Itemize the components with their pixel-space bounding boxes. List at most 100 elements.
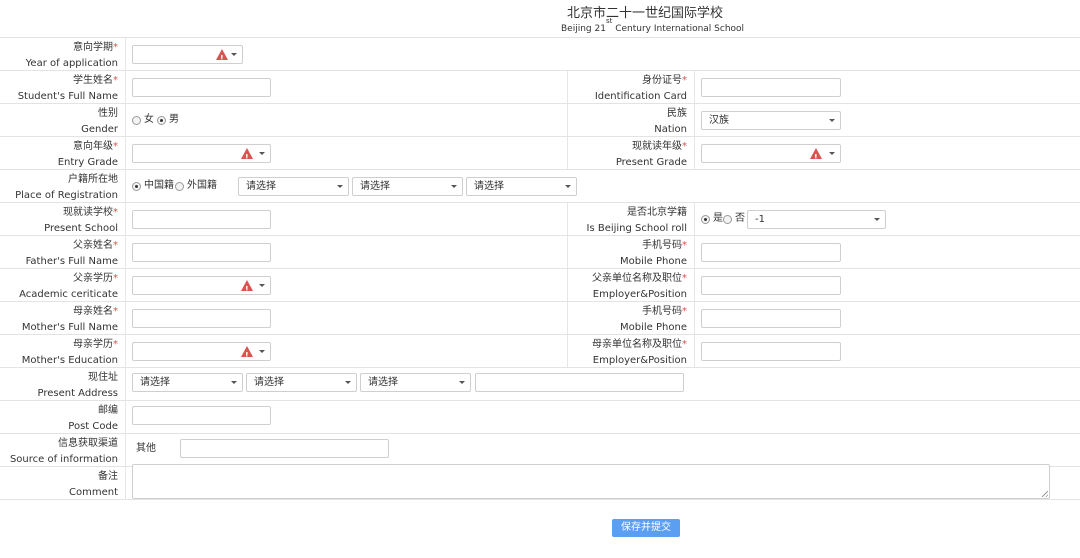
beijing-roll-yes-label: 是: [713, 213, 723, 224]
beijing-roll-no-radio[interactable]: [723, 215, 732, 224]
select-value: 请选择: [246, 181, 276, 192]
column-divider: [694, 203, 695, 235]
column-divider: [694, 104, 695, 136]
comment-textarea[interactable]: [132, 464, 1050, 499]
label-en: Mother's Full Name: [21, 322, 118, 333]
label-present-school: 现就读学校* Present School: [0, 205, 118, 236]
label-nation: 民族 Nation: [566, 106, 687, 137]
label-en: Mobile Phone: [620, 256, 687, 267]
registration-city-select[interactable]: 请选择: [352, 177, 463, 196]
address-detail-input[interactable]: [475, 373, 684, 392]
registration-district-select[interactable]: 请选择: [466, 177, 577, 196]
column-divider: [125, 104, 126, 136]
resize-grip-icon[interactable]: [1042, 491, 1048, 497]
label-identification-card: 身份证号* Identification Card: [566, 73, 687, 104]
label-en: Student's Full Name: [17, 91, 118, 102]
required-mark: *: [113, 75, 118, 86]
entry-grade-select[interactable]: !: [132, 144, 271, 163]
column-divider: [694, 236, 695, 268]
school-name-cn: 北京市二十一世纪国际学校: [567, 6, 724, 21]
identification-card-input[interactable]: [701, 78, 841, 97]
required-mark: *: [682, 75, 687, 86]
year-of-application-select[interactable]: !: [132, 45, 243, 64]
beijing-roll-select[interactable]: -1: [747, 210, 886, 229]
caret-down-icon: [874, 218, 880, 221]
father-name-input[interactable]: [132, 243, 271, 262]
label-en: Mother's Education: [21, 355, 118, 366]
beijing-roll-no-label: 否: [735, 213, 745, 224]
label-gender: 性别 Gender: [0, 106, 118, 137]
registration-foreign-radio[interactable]: [175, 182, 184, 191]
label-father-education: 父亲学历* Academic ceriticate: [0, 271, 118, 302]
warning-icon: !: [216, 49, 228, 63]
label-en: Employer&Position: [592, 289, 687, 300]
present-school-input[interactable]: [132, 210, 271, 229]
column-divider: [125, 401, 126, 433]
row-student-name: 学生姓名* Student's Full Name 身份证号* Identifi…: [0, 70, 1080, 103]
school-name-en-sup: st: [605, 17, 613, 25]
label-cn: 父亲单位名称及职位: [592, 273, 682, 284]
father-education-select[interactable]: !: [132, 276, 271, 295]
registration-domestic-radio[interactable]: [132, 182, 141, 191]
label-beijing-school-roll: 是否北京学籍 Is Beijing School roll: [566, 205, 688, 236]
label-en: Year of application: [25, 58, 118, 69]
mother-name-input[interactable]: [132, 309, 271, 328]
select-value: 请选择: [360, 181, 390, 192]
caret-down-icon: [565, 185, 571, 188]
caret-down-icon: [231, 53, 237, 56]
label-en: Employer&Position: [592, 355, 687, 366]
label-post-code: 邮编 Post Code: [0, 403, 118, 434]
beijing-roll-yes-radio[interactable]: [701, 215, 710, 224]
father-mobile-input[interactable]: [701, 243, 841, 262]
mother-education-select[interactable]: !: [132, 342, 271, 361]
required-mark: *: [113, 273, 118, 284]
registration-domestic-label: 中国籍: [144, 180, 174, 191]
label-en: Academic ceriticate: [19, 289, 118, 300]
save-and-submit-button[interactable]: 保存并提交: [612, 519, 680, 537]
nation-select[interactable]: 汉族: [701, 111, 841, 130]
mother-mobile-input[interactable]: [701, 309, 841, 328]
row-present-school: 现就读学校* Present School 是否北京学籍 Is Beijing …: [0, 202, 1080, 235]
column-divider: [125, 203, 126, 235]
registration-province-select[interactable]: 请选择: [238, 177, 349, 196]
warning-icon: !: [810, 148, 822, 162]
gender-male-radio[interactable]: [157, 116, 166, 125]
label-en: Entry Grade: [57, 157, 118, 168]
caret-down-icon: [829, 152, 835, 155]
column-divider: [125, 302, 126, 334]
label-cn: 现住址: [88, 372, 118, 383]
caret-down-icon: [259, 152, 265, 155]
row-father-name: 父亲姓名* Father's Full Name 手机号码* Mobile Ph…: [0, 235, 1080, 268]
form-header: 北京市二十一世纪国际学校 Beijing 21st Century Intern…: [0, 0, 1080, 37]
student-name-input[interactable]: [132, 78, 271, 97]
label-cn: 身份证号: [642, 75, 682, 86]
source-other-label: 其他: [136, 443, 156, 454]
gender-female-radio[interactable]: [132, 116, 141, 125]
label-cn: 母亲姓名: [73, 306, 113, 317]
address-city-select[interactable]: 请选择: [246, 373, 357, 392]
father-employer-input[interactable]: [701, 276, 841, 295]
label-present-grade: 现就读年级* Present Grade: [566, 139, 687, 170]
post-code-input[interactable]: [132, 406, 271, 425]
label-mother-employer: 母亲单位名称及职位* Employer&Position: [566, 337, 687, 368]
row-comment: 备注 Comment: [0, 464, 1080, 500]
caret-down-icon: [259, 284, 265, 287]
source-other-input[interactable]: [180, 439, 389, 458]
label-present-address: 现住址 Present Address: [0, 370, 118, 401]
label-en: Identification Card: [594, 91, 687, 102]
label-mother-mobile: 手机号码* Mobile Phone: [566, 304, 687, 335]
mother-employer-input[interactable]: [701, 342, 841, 361]
column-divider: [125, 71, 126, 103]
present-grade-select[interactable]: !: [701, 144, 841, 163]
required-mark: *: [113, 306, 118, 317]
address-district-select[interactable]: 请选择: [360, 373, 471, 392]
label-place-of-registration: 户籍所在地 Place of Registration: [0, 172, 118, 203]
label-cn: 备注: [98, 471, 118, 482]
column-divider: [694, 137, 695, 169]
school-name-en-suffix: Century International School: [612, 24, 745, 34]
select-value: 请选择: [368, 377, 398, 388]
label-father-name: 父亲姓名* Father's Full Name: [0, 238, 118, 269]
select-value: 请选择: [140, 377, 170, 388]
select-value: 请选择: [254, 377, 284, 388]
address-province-select[interactable]: 请选择: [132, 373, 243, 392]
